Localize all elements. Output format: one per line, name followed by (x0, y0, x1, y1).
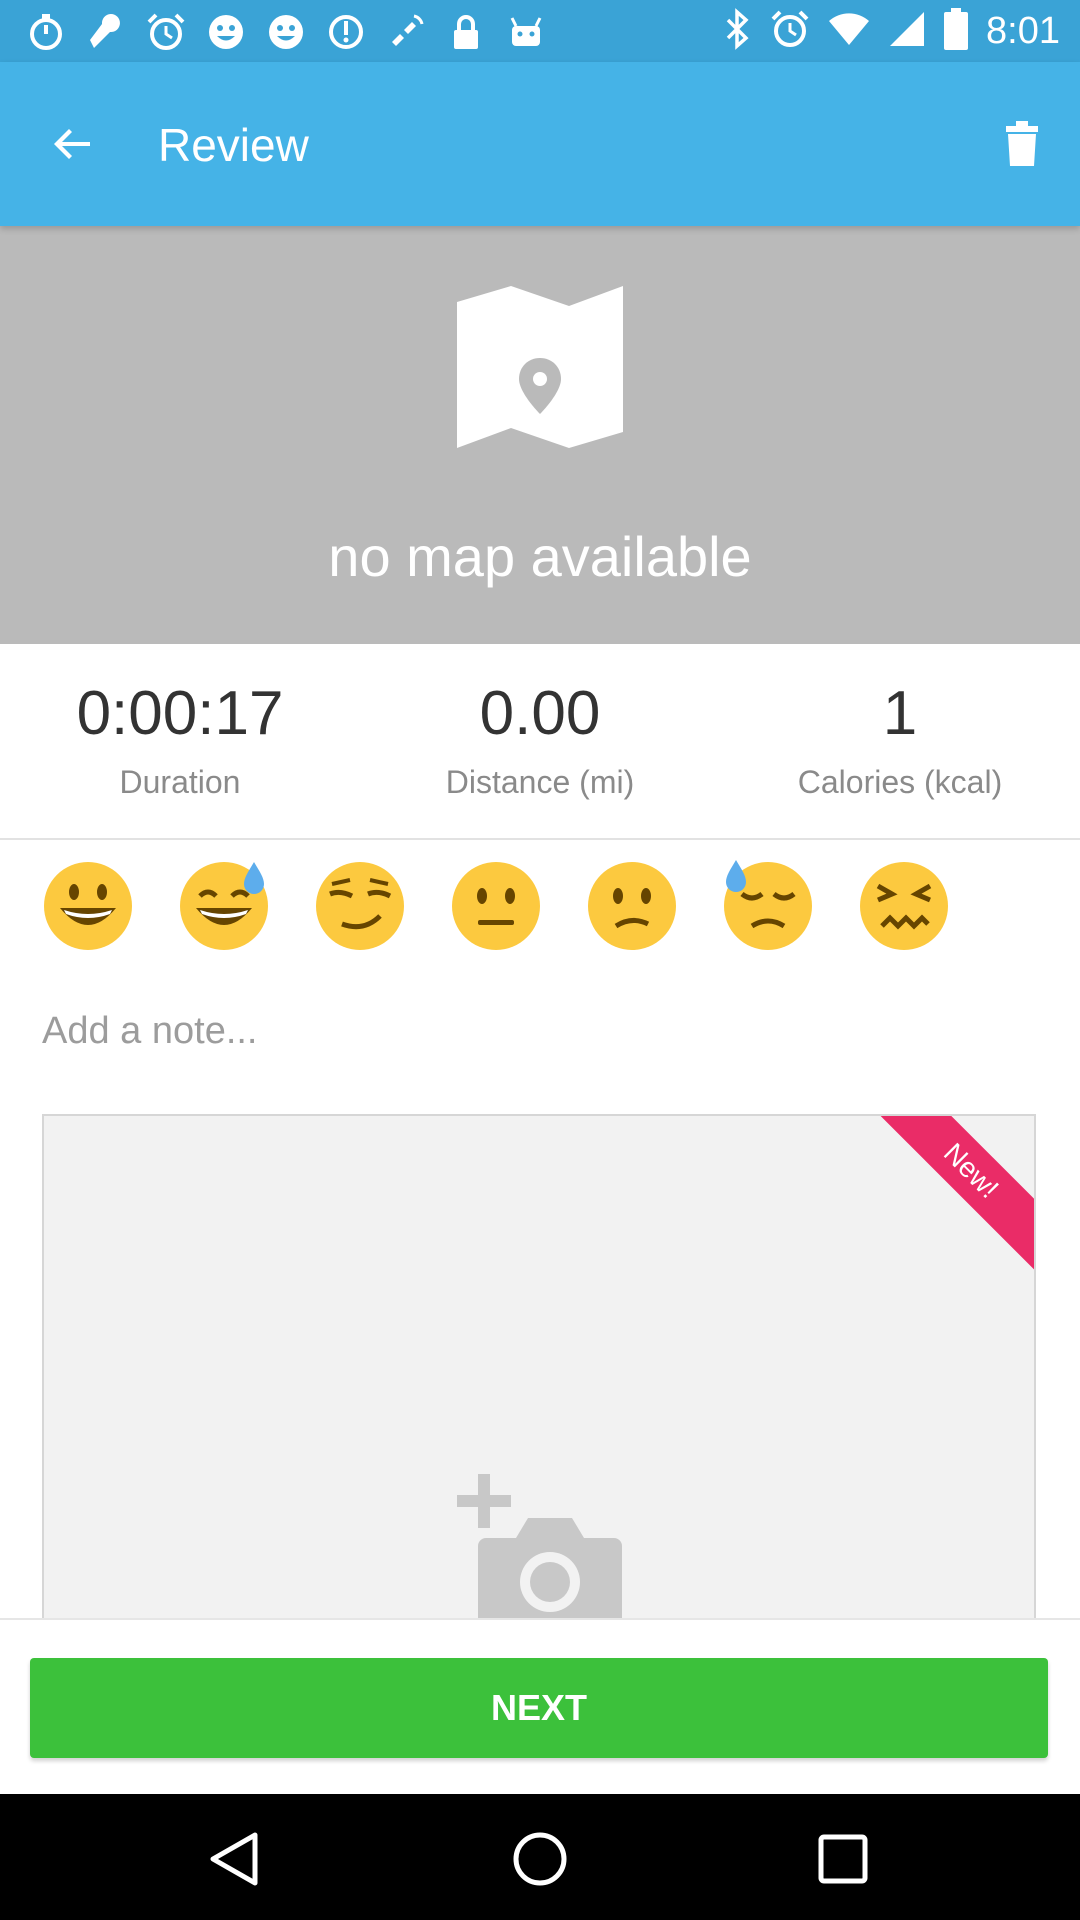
fake-gps-icon (384, 10, 428, 54)
app-toolbar: Review (0, 62, 1080, 226)
lock-icon (444, 10, 488, 54)
alarm-icon (770, 9, 810, 54)
next-button[interactable]: NEXT (30, 1658, 1048, 1758)
calories-label: Calories (kcal) (797, 764, 1003, 800)
duration-value: 0:00:17 (76, 679, 284, 748)
add-note-field[interactable]: Add a note... (42, 1010, 258, 1053)
back-icon (210, 1832, 258, 1886)
nav-recents-button[interactable] (808, 1824, 878, 1894)
wifi-icon (828, 11, 870, 52)
confused-face-icon[interactable] (586, 860, 678, 952)
bluetooth-icon (722, 7, 752, 55)
delete-button[interactable] (986, 112, 1058, 176)
system-navigation-bar (0, 1794, 1080, 1920)
status-bar-time: 8:01 (986, 9, 1060, 52)
grinning-face-icon[interactable] (42, 860, 134, 952)
map-placeholder: no map available (0, 226, 1080, 644)
stats-row: 0:00:17 Duration 0.00 Distance (mi) 1 Ca… (0, 646, 1080, 840)
android-icon (504, 10, 548, 54)
grinning-sweat-face-icon[interactable] (178, 860, 270, 952)
distance-stat: 0.00 Distance (mi) (360, 678, 720, 801)
wrench-icon (84, 10, 128, 54)
duration-stat: 0:00:17 Duration (0, 678, 360, 801)
distance-label: Distance (mi) (445, 764, 635, 800)
arrow-back-icon (54, 129, 90, 159)
new-badge: New! (872, 1116, 1034, 1270)
add-photo-area[interactable]: New! (42, 1114, 1036, 1634)
recents-icon (818, 1834, 868, 1884)
stopwatch-icon (24, 10, 68, 54)
distance-value: 0.00 (479, 679, 601, 748)
confounded-face-icon[interactable] (858, 860, 950, 952)
signal-icon (888, 10, 926, 53)
map-pin-icon (457, 286, 623, 448)
status-bar-system-icons: 8:01 (722, 7, 1060, 55)
add-photo-icon (457, 1474, 622, 1632)
battery-icon (944, 7, 969, 55)
speed-icon (324, 10, 368, 54)
home-icon (513, 1832, 567, 1886)
status-bar: 8:01 (0, 0, 1080, 62)
status-bar-notification-icons (24, 10, 548, 54)
smiley-icon (264, 10, 308, 54)
trash-icon (1006, 121, 1038, 166)
smiley-icon (204, 10, 248, 54)
mood-selector (0, 860, 1080, 960)
nav-back-button[interactable] (200, 1824, 270, 1894)
page-title: Review (158, 119, 309, 171)
duration-label: Duration (119, 764, 241, 800)
neutral-face-icon[interactable] (450, 860, 542, 952)
no-map-message: no map available (328, 525, 752, 588)
alarm-icon (144, 10, 188, 54)
back-button[interactable] (36, 112, 108, 176)
downcast-sweat-face-icon[interactable] (722, 860, 814, 952)
calories-value: 1 (882, 679, 918, 748)
bottom-action-bar: NEXT (0, 1618, 1080, 1796)
nav-home-button[interactable] (505, 1824, 575, 1894)
calories-stat: 1 Calories (kcal) (720, 678, 1080, 801)
smirking-face-icon[interactable] (314, 860, 406, 952)
